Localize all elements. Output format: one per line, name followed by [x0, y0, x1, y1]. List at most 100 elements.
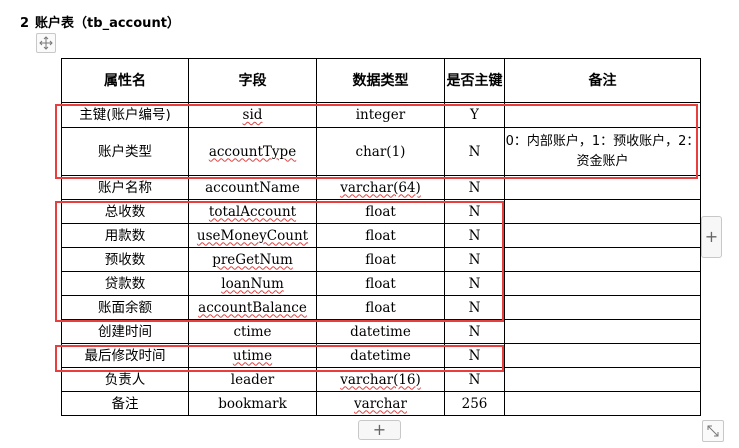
attr-cell: 账面余额: [61, 295, 189, 320]
table-row: 最后修改时间 utime datetime N: [61, 343, 701, 368]
table-row: 负责人 leader varchar(16) N: [61, 367, 701, 392]
type-name: varchar(16): [340, 371, 421, 388]
pk-cell: N: [444, 319, 505, 344]
remark-cell: [504, 367, 701, 392]
attr-cell: 贷款数: [61, 271, 189, 296]
remark-cell: [504, 343, 701, 368]
table-row: 预收数 preGetNum float N: [61, 247, 701, 272]
field-name: sid: [242, 107, 263, 123]
attr-cell: 负责人: [61, 367, 189, 392]
add-row-button[interactable]: +: [358, 420, 401, 440]
pk-cell: 256: [444, 391, 505, 416]
field-name: totalAccount: [208, 203, 297, 220]
header-remark: 备注: [504, 58, 701, 103]
type-cell: varchar(16): [316, 367, 445, 392]
field-cell: accountBalance: [188, 295, 317, 320]
table-resize-handle[interactable]: [702, 420, 724, 442]
field-name: accountType: [208, 143, 297, 160]
attr-cell: 主键(账户编号): [61, 102, 189, 128]
pk-cell: N: [444, 199, 505, 224]
remark-cell: [504, 199, 701, 224]
remark-cell: [504, 102, 701, 128]
field-name: preGetNum: [212, 251, 293, 268]
remark-cell: [504, 223, 701, 248]
field-cell: loanNum: [188, 271, 317, 296]
field-cell: bookmark: [188, 391, 317, 416]
attr-cell: 账户名称: [61, 175, 189, 200]
type-name: varchar(64): [340, 179, 421, 196]
field-cell: utime: [188, 343, 317, 368]
field-cell: leader: [188, 367, 317, 392]
table-row: 备注 bookmark varchar 256: [61, 391, 701, 416]
attr-cell: 预收数: [61, 247, 189, 272]
pk-cell: N: [444, 175, 505, 200]
header-field: 字段: [188, 58, 317, 103]
remark-cell: [504, 319, 701, 344]
table-row: 主键(账户编号) sid integer Y: [61, 102, 701, 128]
account-table: 属性名 字段 数据类型 是否主键 备注 主键(账户编号) sid integer…: [61, 58, 701, 416]
header-pk: 是否主键: [444, 58, 505, 103]
type-cell: float: [316, 247, 445, 272]
remark-cell: [504, 175, 701, 200]
type-cell: varchar(64): [316, 175, 445, 200]
pk-cell: N: [444, 367, 505, 392]
section-number: 2: [20, 16, 30, 31]
move-arrows-icon: [39, 36, 53, 50]
field-name: utime: [232, 347, 273, 364]
remark-cell: 0：内部账户，1：预收账户，2：资金账户: [504, 127, 701, 176]
pk-cell: Y: [444, 102, 505, 128]
pk-cell: N: [444, 127, 505, 176]
field-cell: sid: [188, 102, 317, 128]
remark-cell: [504, 271, 701, 296]
table-row: 总收数 totalAccount float N: [61, 199, 701, 224]
table-row: 账户类型 accountType char(1) N 0：内部账户，1：预收账户…: [61, 127, 701, 176]
type-cell: integer: [316, 102, 445, 128]
pk-cell: N: [444, 271, 505, 296]
header-attr: 属性名: [61, 58, 189, 103]
field-name: useMoneyCount: [196, 227, 309, 244]
header-row: 属性名 字段 数据类型 是否主键 备注: [61, 58, 701, 103]
type-cell: float: [316, 271, 445, 296]
field-cell: useMoneyCount: [188, 223, 317, 248]
type-cell: float: [316, 295, 445, 320]
type-name: varchar: [354, 395, 407, 412]
resize-diagonal-icon: [707, 425, 719, 437]
field-name: accountBalance: [198, 299, 307, 316]
pk-cell: N: [444, 343, 505, 368]
attr-cell: 总收数: [61, 199, 189, 224]
remark-cell: [504, 391, 701, 416]
field-cell: accountType: [188, 127, 317, 176]
type-cell: datetime: [316, 343, 445, 368]
type-cell: varchar: [316, 391, 445, 416]
table-row: 账面余额 accountBalance float N: [61, 295, 701, 320]
pk-cell: N: [444, 295, 505, 320]
field-cell: preGetNum: [188, 247, 317, 272]
type-cell: float: [316, 223, 445, 248]
add-column-button[interactable]: +: [701, 216, 722, 258]
attr-cell: 备注: [61, 391, 189, 416]
table-move-handle[interactable]: [36, 33, 56, 53]
remark-cell: [504, 247, 701, 272]
pk-cell: N: [444, 247, 505, 272]
attr-cell: 账户类型: [61, 127, 189, 176]
field-cell: ctime: [188, 319, 317, 344]
attr-cell: 创建时间: [61, 319, 189, 344]
attr-cell: 用款数: [61, 223, 189, 248]
remark-text: 0：内部账户，1：预收账户，2：资金账户: [505, 133, 700, 169]
remark-cell: [504, 295, 701, 320]
field-cell: accountName: [188, 175, 317, 200]
table-row: 贷款数 loanNum float N: [61, 271, 701, 296]
pk-cell: N: [444, 223, 505, 248]
type-cell: char(1): [316, 127, 445, 176]
section-heading: 2 账户表（tb_account）: [20, 12, 180, 31]
section-title: 账户表（tb_account）: [35, 16, 180, 31]
type-cell: datetime: [316, 319, 445, 344]
table-row: 用款数 useMoneyCount float N: [61, 223, 701, 248]
field-cell: totalAccount: [188, 199, 317, 224]
header-type: 数据类型: [316, 58, 445, 103]
attr-cell: 最后修改时间: [61, 343, 189, 368]
type-cell: float: [316, 199, 445, 224]
table-row: 账户名称 accountName varchar(64) N: [61, 175, 701, 200]
field-name: loanNum: [221, 275, 284, 292]
table-row: 创建时间 ctime datetime N: [61, 319, 701, 344]
